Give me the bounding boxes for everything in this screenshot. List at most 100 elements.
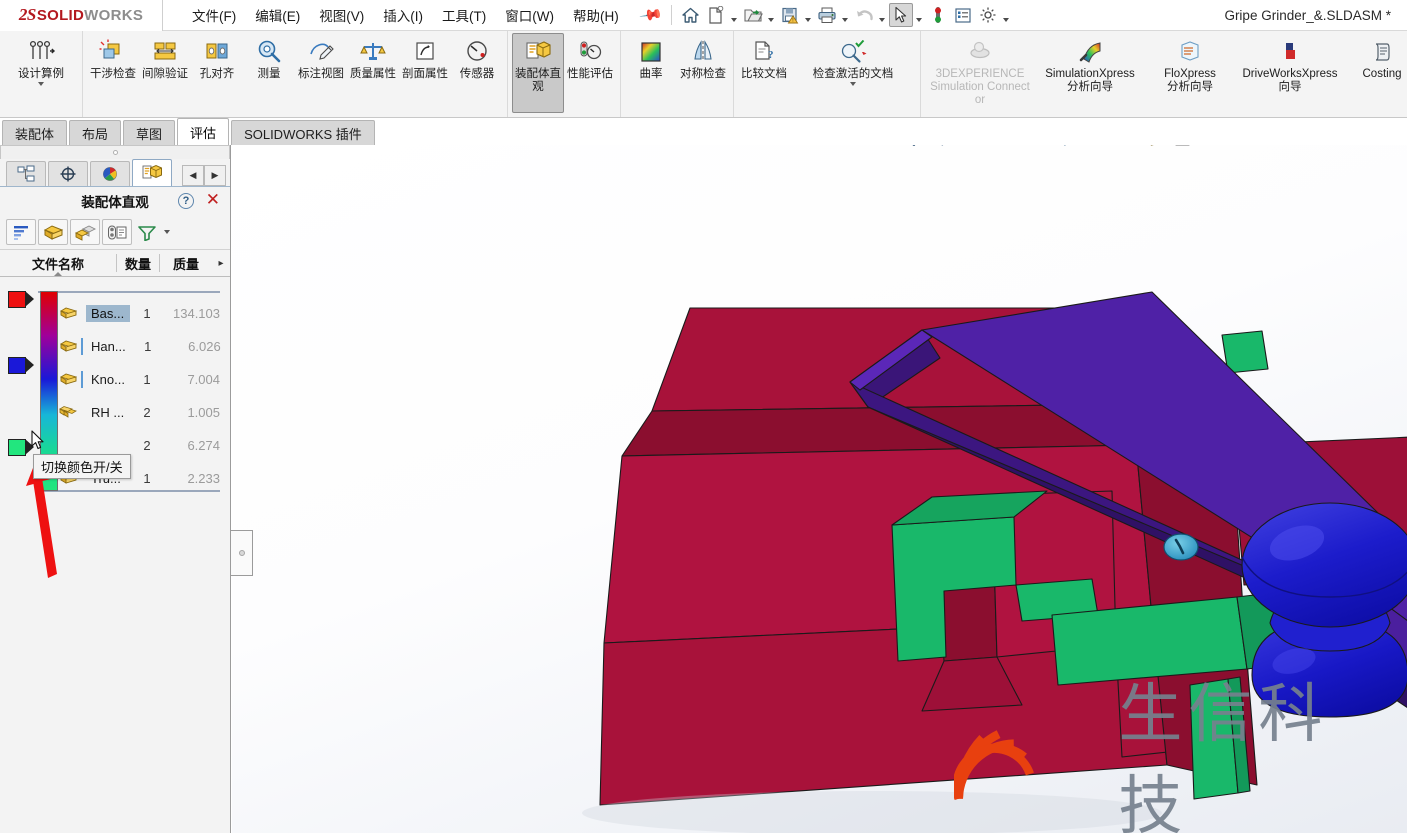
measure-button[interactable]: 测量: [243, 33, 295, 113]
toolbar-nested-view-button[interactable]: [102, 219, 132, 245]
curvature-button[interactable]: 曲率: [625, 33, 677, 113]
chevron-down-icon[interactable]: [840, 4, 851, 26]
column-header-file-name[interactable]: 文件名称: [0, 254, 116, 276]
panel-tab-feature-manager[interactable]: [6, 161, 46, 186]
chevron-down-icon[interactable]: [803, 4, 814, 26]
tab-evaluate[interactable]: 评估: [177, 118, 230, 145]
table-row[interactable]: RH ... 2 1.005: [0, 396, 230, 429]
tab-assembly[interactable]: 装配体: [2, 120, 68, 145]
print-icon[interactable]: [815, 3, 839, 27]
3dexperience-simulation-connector-button[interactable]: 3DEXPERIENCE Simulation Connector: [925, 33, 1035, 113]
file-name-cell[interactable]: Bas...: [86, 305, 130, 322]
menu-view[interactable]: 视图(V): [310, 0, 373, 30]
toolbar-flat-view-button[interactable]: [70, 219, 100, 245]
assembly-3d-model[interactable]: [232, 145, 1407, 833]
chevron-down-icon[interactable]: [729, 4, 740, 26]
table-row[interactable]: Kno... 1 7.004: [0, 363, 230, 396]
menu-insert[interactable]: 插入(I): [374, 0, 432, 30]
panel-tab-property-manager[interactable]: [48, 161, 88, 186]
pin-icon[interactable]: 📌: [639, 3, 664, 28]
check-active-document-button[interactable]: 检查激活的文档: [790, 33, 916, 113]
tab-layout[interactable]: 布局: [69, 120, 122, 145]
chevron-down-icon[interactable]: [1123, 145, 1134, 149]
help-icon[interactable]: ?: [178, 193, 194, 209]
table-row[interactable]: Han... 1 6.026: [0, 330, 230, 363]
hud-hide-show-items-button[interactable]: [1094, 145, 1120, 149]
column-header-quantity[interactable]: 数量: [117, 254, 159, 273]
save-icon[interactable]: !: [778, 3, 802, 27]
simulationxpress-button[interactable]: SimulationXpress 分析向导: [1035, 33, 1145, 113]
hud-3d-mode-button[interactable]: [1252, 145, 1278, 149]
menu-help[interactable]: 帮助(H): [564, 0, 628, 30]
toolbar-grouped-view-button[interactable]: [38, 219, 68, 245]
hud-zoom-to-fit-button[interactable]: [892, 145, 918, 149]
menu-window[interactable]: 窗口(W): [496, 0, 563, 30]
markup-view-button[interactable]: 标注视图: [295, 33, 347, 113]
chevron-down-icon[interactable]: [162, 219, 172, 245]
chevron-down-icon[interactable]: [766, 4, 777, 26]
chevron-down-icon[interactable]: [1001, 4, 1012, 26]
hud-view-orientation-button[interactable]: [1008, 145, 1034, 149]
chevron-down-icon[interactable]: [38, 82, 44, 86]
options-list-icon[interactable]: [951, 3, 975, 27]
chevron-down-icon[interactable]: [1195, 145, 1206, 149]
hud-apply-scene-button[interactable]: [1166, 145, 1192, 149]
column-header-mass[interactable]: 质量: [160, 254, 212, 273]
tab-sketch[interactable]: 草图: [123, 120, 176, 145]
chevron-down-icon[interactable]: [1080, 145, 1091, 149]
hole-alignment-button[interactable]: 孔对齐: [191, 33, 243, 113]
open-folder-icon[interactable]: [741, 3, 765, 27]
undo-icon[interactable]: [852, 3, 876, 27]
hud-display-style-button[interactable]: [1051, 145, 1077, 149]
file-name-cell[interactable]: Kno...: [86, 371, 130, 388]
compare-documents-button[interactable]: ? 比较文档: [738, 33, 790, 113]
new-document-icon[interactable]: [704, 3, 728, 27]
column-header-more[interactable]: ▸: [212, 258, 230, 269]
mass-properties-button[interactable]: 质量属性: [347, 33, 399, 113]
chevron-down-icon[interactable]: [850, 82, 856, 86]
graphics-viewport[interactable]: 生信科技: [232, 145, 1407, 833]
file-name-cell[interactable]: RH ...: [86, 404, 130, 421]
interference-check-button[interactable]: 干涉检查: [87, 33, 139, 113]
panel-splitter-handle[interactable]: [231, 530, 253, 576]
chevron-down-icon[interactable]: [1238, 145, 1249, 149]
chevron-down-icon[interactable]: [877, 4, 888, 26]
tab-solidworks-addins[interactable]: SOLIDWORKS 插件: [231, 120, 375, 145]
panel-tab-prev-button[interactable]: ◀: [182, 165, 204, 186]
settings-gear-icon[interactable]: [976, 3, 1000, 27]
menu-edit[interactable]: 编辑(E): [246, 0, 309, 30]
floxpress-button[interactable]: FloXpress 分析向导: [1145, 33, 1235, 113]
driveworksxpress-button[interactable]: DriveWorksXpress 向导: [1235, 33, 1345, 113]
design-study-button[interactable]: 设计算例: [4, 33, 78, 113]
panel-collapse-grip[interactable]: [0, 145, 230, 159]
menu-file[interactable]: 文件(F): [183, 0, 245, 30]
home-icon[interactable]: [679, 3, 703, 27]
panel-tab-assembly-visualization[interactable]: [132, 159, 172, 186]
ribbon-toolbar: 设计算例 干涉检查 间隙验证 孔对齐 测量 标注视图 质量属性 剖面属性 传感器…: [0, 31, 1407, 118]
panel-tab-configuration-manager[interactable]: [90, 161, 130, 186]
symmetry-check-button[interactable]: 对称检查: [677, 33, 729, 113]
hud-zoom-to-area-button[interactable]: [921, 145, 947, 149]
section-properties-button[interactable]: 剖面属性: [399, 33, 451, 113]
panel-tab-next-button[interactable]: ▶: [204, 165, 226, 186]
hud-view-settings-button[interactable]: [1209, 145, 1235, 149]
close-icon[interactable]: ✕: [206, 191, 220, 209]
menu-tools[interactable]: 工具(T): [433, 0, 495, 30]
hud-edit-appearance-button[interactable]: [1137, 145, 1163, 149]
clearance-verify-button[interactable]: 间隙验证: [139, 33, 191, 113]
toolbar-show-bars-button[interactable]: [6, 219, 36, 245]
table-row[interactable]: Bas... 1 134.103: [0, 297, 230, 330]
chevron-down-icon[interactable]: [1037, 145, 1048, 149]
hud-previous-view-button[interactable]: [950, 145, 976, 149]
assembly-visualization-button[interactable]: 装配体直观: [512, 33, 564, 113]
chevron-down-icon[interactable]: [914, 4, 925, 26]
hud-section-view-button[interactable]: [979, 145, 1005, 149]
toolbar-filter-button[interactable]: [134, 219, 160, 245]
performance-evaluation-button[interactable]: 性能评估: [564, 33, 616, 113]
select-cursor-icon[interactable]: [888, 3, 913, 27]
sensor-button[interactable]: 传感器: [451, 33, 503, 113]
file-name-cell[interactable]: Han...: [86, 338, 131, 355]
file-name-cell[interactable]: [86, 445, 130, 447]
costing-button[interactable]: Costing: [1345, 33, 1407, 113]
rebuild-icon[interactable]: [926, 3, 950, 27]
